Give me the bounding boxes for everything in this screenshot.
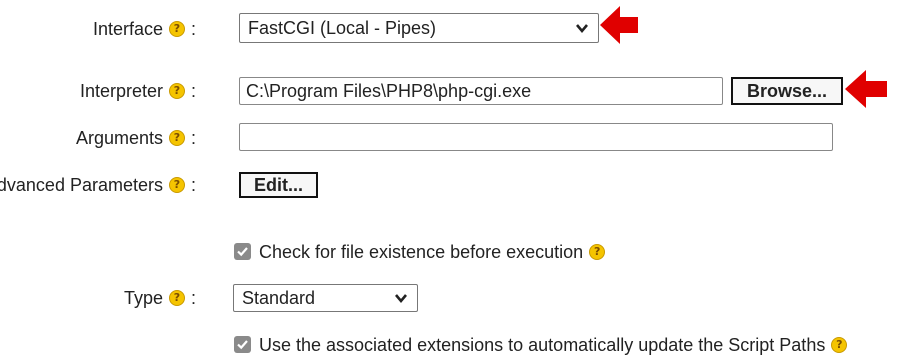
check-file-existence-label: Check for file existence before executio… [259, 241, 584, 262]
help-icon[interactable]: ? [168, 83, 185, 99]
use-extensions-label: Use the associated extensions to automat… [259, 334, 826, 355]
colon: : [190, 127, 196, 148]
check-file-existence-checkbox[interactable] [234, 243, 251, 260]
colon: : [190, 287, 196, 308]
type-label: Type [123, 287, 163, 308]
interface-label-group: Interface ? : [93, 14, 196, 44]
type-selected-value: Standard [242, 287, 316, 308]
interface-selected-value: FastCGI (Local - Pipes) [248, 17, 437, 38]
checkmark-icon [237, 247, 248, 257]
red-arrow-icon [845, 70, 887, 108]
arguments-label: Arguments [75, 127, 163, 148]
type-label-group: Type ? : [124, 283, 196, 313]
use-extensions-checkbox[interactable] [234, 336, 251, 353]
checkmark-icon [237, 340, 248, 350]
help-icon[interactable]: ? [168, 177, 185, 193]
help-icon[interactable]: ? [168, 21, 185, 37]
interpreter-path-value: C:\Program Files\PHP8\php-cgi.exe [246, 80, 532, 101]
browse-button[interactable]: Browse... [731, 77, 843, 105]
red-arrow-icon [600, 6, 638, 44]
arguments-label-group: Arguments ? : [76, 123, 196, 153]
arguments-input[interactable] [239, 123, 833, 151]
colon: : [190, 174, 196, 195]
chevron-down-icon [395, 294, 407, 304]
help-icon[interactable]: ? [831, 337, 848, 353]
type-select[interactable]: Standard [233, 284, 418, 312]
interface-select[interactable]: FastCGI (Local - Pipes) [239, 13, 599, 43]
help-icon[interactable]: ? [168, 290, 185, 306]
interface-label: Interface [92, 18, 163, 39]
edit-button[interactable]: Edit... [239, 172, 318, 198]
interpreter-path-input[interactable]: C:\Program Files\PHP8\php-cgi.exe [239, 77, 723, 105]
use-extensions-label-group: Use the associated extensions to automat… [259, 334, 848, 356]
colon: : [190, 80, 196, 101]
help-icon[interactable]: ? [589, 244, 606, 260]
advanced-parameters-label-group: Advanced Parameters ? : [0, 170, 196, 200]
advanced-parameters-label: Advanced Parameters [0, 174, 163, 195]
help-icon[interactable]: ? [168, 130, 185, 146]
check-file-existence-label-group: Check for file existence before executio… [259, 241, 606, 263]
interpreter-label-group: Interpreter ? : [80, 76, 196, 106]
interpreter-label: Interpreter [79, 80, 163, 101]
chevron-down-icon [576, 24, 588, 34]
colon: : [190, 18, 196, 39]
